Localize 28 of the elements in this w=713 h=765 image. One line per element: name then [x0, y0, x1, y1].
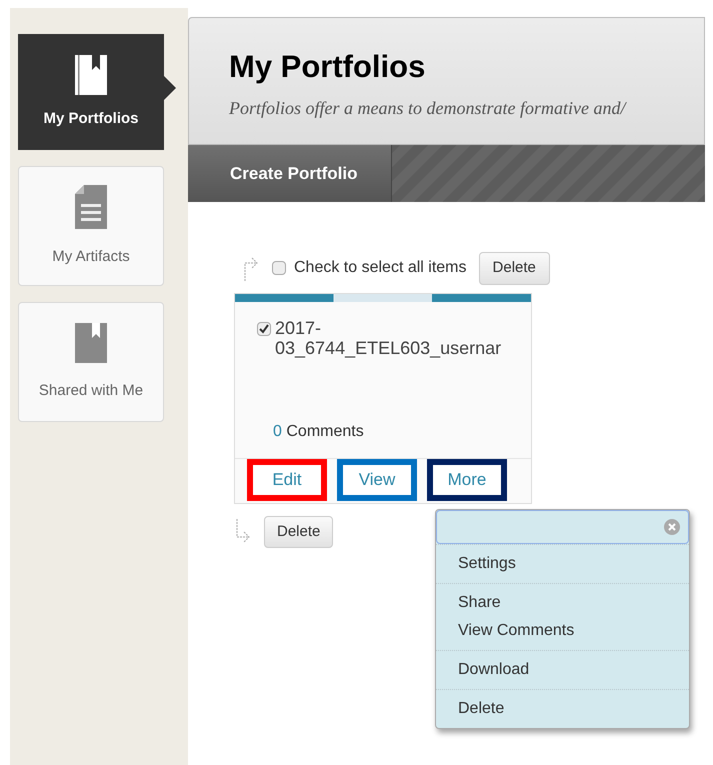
select-all-label: Check to select all items	[294, 258, 467, 278]
card-action-button[interactable]: More	[427, 458, 507, 500]
menu-search-field[interactable]	[436, 510, 689, 544]
close-icon[interactable]	[664, 519, 680, 535]
menu-item[interactable]: Settings	[436, 550, 689, 578]
create-portfolio-button[interactable]: Create Portfolio	[188, 145, 392, 202]
menu-item[interactable]: Download	[436, 656, 689, 684]
delete-button[interactable]: Delete	[478, 252, 550, 284]
sidebar-item[interactable]: Shared with Me	[18, 302, 164, 422]
comments-label: Comments	[286, 422, 364, 440]
pointer-icon	[164, 76, 176, 100]
menu-item[interactable]: Delete	[436, 695, 689, 723]
sidebar-item[interactable]: My Portfolios	[18, 34, 164, 150]
delete-button[interactable]: Delete	[264, 516, 334, 548]
sidebar-item[interactable]: My Artifacts	[18, 166, 164, 286]
card-action-button[interactable]: Edit	[247, 458, 327, 500]
portfolio-name[interactable]: 2017-03_6744_ETEL603_usernar	[275, 318, 515, 420]
book-icon	[74, 322, 108, 364]
card-action-button[interactable]: View	[337, 458, 417, 500]
checkbox[interactable]	[272, 261, 286, 276]
page-title: My Portfolios	[229, 48, 426, 86]
menu-item[interactable]: Share	[436, 589, 689, 617]
book-icon	[74, 54, 108, 96]
menu-item[interactable]: View Comments	[436, 617, 689, 645]
checkbox[interactable]	[257, 322, 271, 336]
comments-count: 0	[273, 422, 282, 440]
page-subtitle: Portfolios offer a means to demonstrate formative and/	[229, 96, 628, 120]
document-icon	[74, 184, 108, 230]
